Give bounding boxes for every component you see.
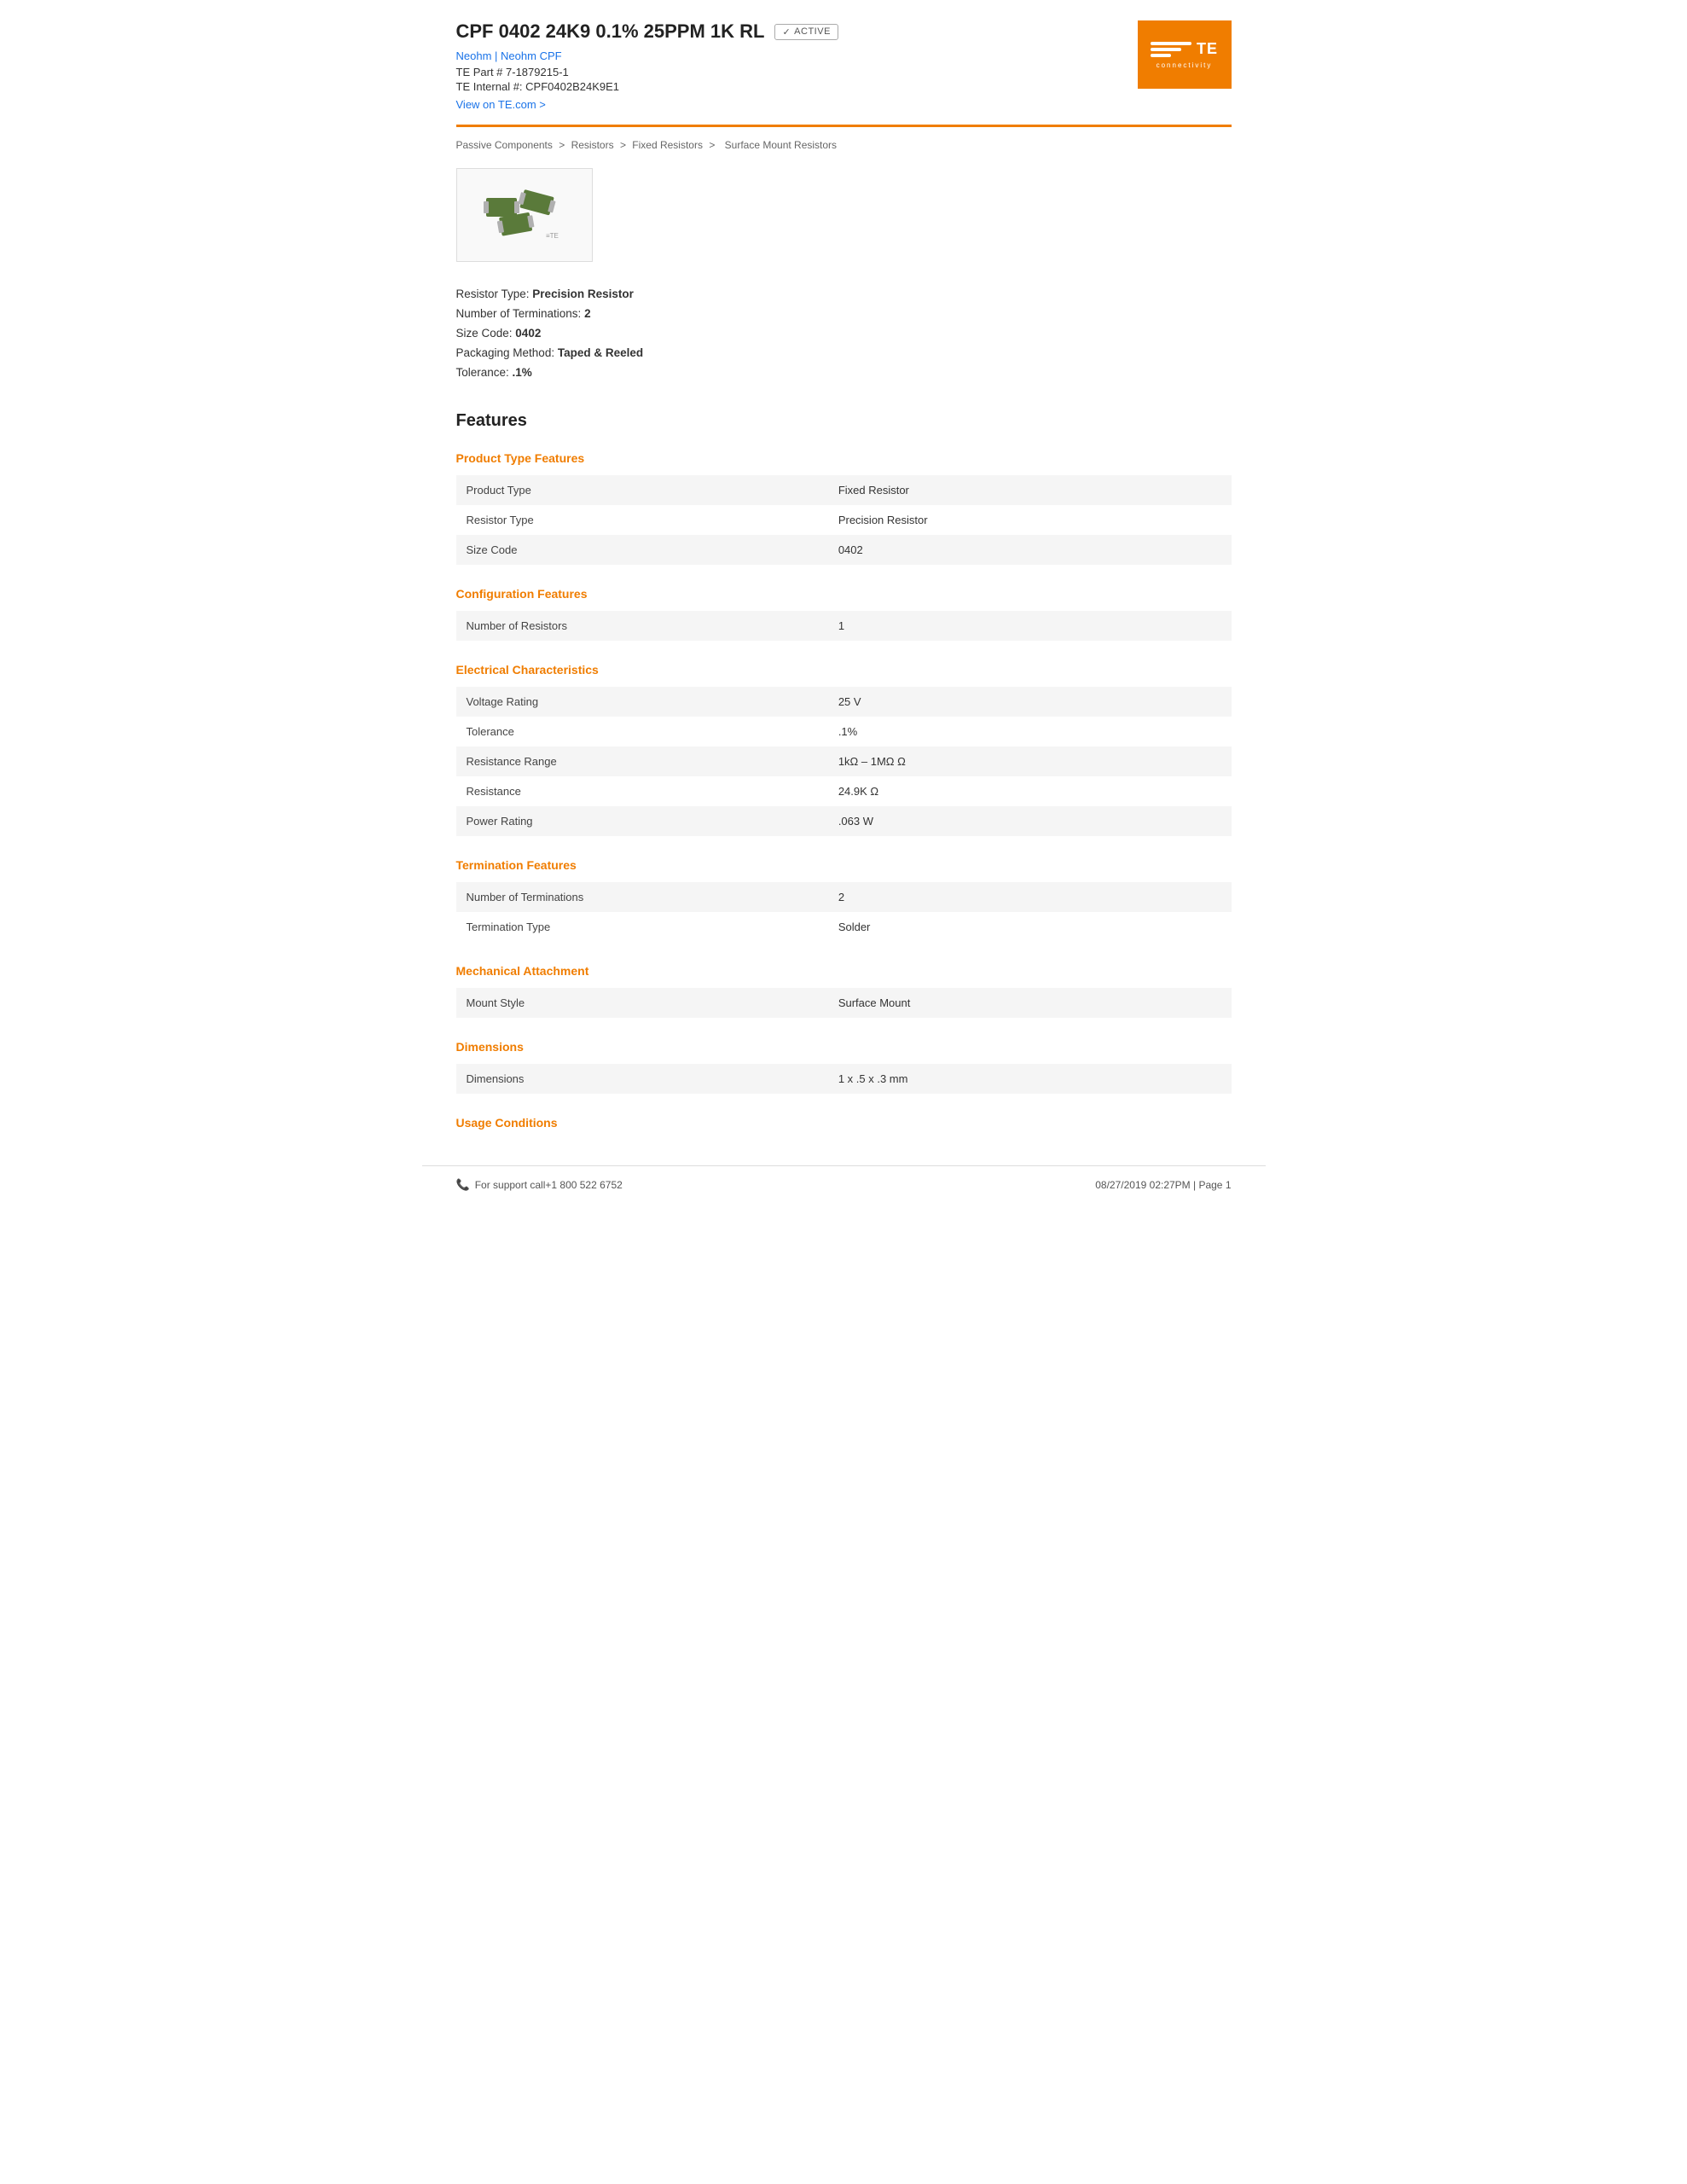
section-6: Usage Conditions: [422, 1109, 1266, 1148]
breadcrumb-passive[interactable]: Passive Components: [456, 139, 553, 151]
section-title-4: Mechanical Attachment: [456, 957, 1232, 983]
table-cell-value: Surface Mount: [828, 988, 1232, 1018]
te-logo-bar-1: [1151, 42, 1191, 45]
table-cell-value: 24.9K Ω: [828, 776, 1232, 806]
te-part-number: TE Part # 7-1879215-1: [456, 66, 838, 78]
table-cell-value: 2: [828, 882, 1232, 912]
table-row: Tolerance.1%: [456, 717, 1232, 746]
section-1: Configuration Features Number of Resistor…: [422, 580, 1266, 656]
table-cell-label: Dimensions: [456, 1064, 828, 1094]
sections-container: Product Type Features Product TypeFixed R…: [422, 444, 1266, 1148]
table-row: Number of Terminations2: [456, 882, 1232, 912]
phone-icon: 📞: [456, 1178, 470, 1192]
section-2: Electrical Characteristics Voltage Rating…: [422, 656, 1266, 851]
brand-links: Neohm | Neohm CPF: [456, 49, 838, 62]
table-cell-label: Size Code: [456, 535, 828, 565]
table-cell-label: Mount Style: [456, 988, 828, 1018]
active-badge: ACTIVE: [774, 24, 838, 40]
te-logo-text: TE: [1197, 40, 1218, 58]
quick-spec-tolerance: Tolerance: .1%: [456, 366, 1232, 379]
table-cell-value: 1kΩ – 1MΩ Ω: [828, 746, 1232, 776]
table-row: Size Code0402: [456, 535, 1232, 565]
table-row: Resistance24.9K Ω: [456, 776, 1232, 806]
footer-date-page: 08/27/2019 02:27PM | Page 1: [1095, 1179, 1231, 1191]
table-cell-label: Tolerance: [456, 717, 828, 746]
brand-link-neohm-cpf[interactable]: Neohm CPF: [501, 49, 562, 62]
te-logo-subtext: connectivity: [1157, 61, 1213, 69]
section-title-2: Electrical Characteristics: [456, 656, 1232, 682]
te-logo-bar-3: [1151, 54, 1171, 57]
section-title-5: Dimensions: [456, 1033, 1232, 1059]
table-cell-label: Product Type: [456, 475, 828, 505]
table-cell-value: 1 x .5 x .3 mm: [828, 1064, 1232, 1094]
section-title-0: Product Type Features: [456, 444, 1232, 470]
section-title-1: Configuration Features: [456, 580, 1232, 606]
te-internal-number: TE Internal #: CPF0402B24K9E1: [456, 80, 838, 93]
section-5: DimensionsDimensions1 x .5 x .3 mm: [422, 1033, 1266, 1109]
table-cell-value: .063 W: [828, 806, 1232, 836]
table-cell-label: Voltage Rating: [456, 687, 828, 717]
feature-table-5: Dimensions1 x .5 x .3 mm: [456, 1064, 1232, 1094]
header-left: CPF 0402 24K9 0.1% 25PPM 1K RL ACTIVE Ne…: [456, 20, 838, 111]
feature-table-3: Number of Terminations2Termination TypeS…: [456, 882, 1232, 942]
header: CPF 0402 24K9 0.1% 25PPM 1K RL ACTIVE Ne…: [422, 0, 1266, 125]
breadcrumb-fixed-resistors[interactable]: Fixed Resistors: [632, 139, 703, 151]
te-logo: TE connectivity: [1138, 20, 1232, 89]
table-cell-value: 1: [828, 611, 1232, 641]
table-cell-label: Resistance Range: [456, 746, 828, 776]
section-4: Mechanical Attachment Mount StyleSurface …: [422, 957, 1266, 1033]
table-cell-value: 25 V: [828, 687, 1232, 717]
svg-text:≡TE: ≡TE: [546, 232, 559, 240]
table-row: Power Rating.063 W: [456, 806, 1232, 836]
features-heading: Features: [422, 403, 1266, 444]
feature-table-4: Mount StyleSurface Mount: [456, 988, 1232, 1018]
breadcrumb-surface-mount: Surface Mount Resistors: [725, 139, 837, 151]
quick-specs: Resistor Type: Precision Resistor Number…: [422, 279, 1266, 403]
table-row: Resistance Range1kΩ – 1MΩ Ω: [456, 746, 1232, 776]
brand-link-neohm[interactable]: Neohm: [456, 49, 492, 62]
section-3: Termination Features Number of Terminatio…: [422, 851, 1266, 957]
breadcrumb: Passive Components > Resistors > Fixed R…: [422, 127, 1266, 160]
table-row: Resistor TypePrecision Resistor: [456, 505, 1232, 535]
quick-spec-resistor-type: Resistor Type: Precision Resistor: [456, 288, 1232, 300]
footer-support-text: For support call+1 800 522 6752: [475, 1179, 623, 1191]
table-row: Product TypeFixed Resistor: [456, 475, 1232, 505]
quick-spec-packaging: Packaging Method: Taped & Reeled: [456, 346, 1232, 359]
table-cell-label: Power Rating: [456, 806, 828, 836]
breadcrumb-resistors[interactable]: Resistors: [571, 139, 614, 151]
table-row: Termination TypeSolder: [456, 912, 1232, 942]
footer-support: 📞 For support call+1 800 522 6752: [456, 1178, 623, 1192]
product-title: CPF 0402 24K9 0.1% 25PPM 1K RL ACTIVE: [456, 20, 838, 43]
section-title-6: Usage Conditions: [456, 1109, 1232, 1135]
product-image-area: ≡TE: [422, 160, 1266, 279]
feature-table-2: Voltage Rating25 VTolerance.1%Resistance…: [456, 687, 1232, 836]
section-0: Product Type Features Product TypeFixed R…: [422, 444, 1266, 580]
table-cell-label: Resistor Type: [456, 505, 828, 535]
table-row: Mount StyleSurface Mount: [456, 988, 1232, 1018]
product-image-box: ≡TE: [456, 168, 593, 262]
table-cell-value: Precision Resistor: [828, 505, 1232, 535]
view-on-te-link[interactable]: View on TE.com >: [456, 98, 546, 111]
footer: 📞 For support call+1 800 522 6752 08/27/…: [422, 1165, 1266, 1204]
table-cell-label: Termination Type: [456, 912, 828, 942]
table-cell-value: Solder: [828, 912, 1232, 942]
table-row: Number of Resistors1: [456, 611, 1232, 641]
product-image-svg: ≡TE: [473, 185, 576, 245]
table-cell-label: Number of Terminations: [456, 882, 828, 912]
table-row: Dimensions1 x .5 x .3 mm: [456, 1064, 1232, 1094]
table-cell-value: 0402: [828, 535, 1232, 565]
product-title-text: CPF 0402 24K9 0.1% 25PPM 1K RL: [456, 20, 765, 43]
feature-table-0: Product TypeFixed ResistorResistor TypeP…: [456, 475, 1232, 565]
table-cell-value: .1%: [828, 717, 1232, 746]
table-cell-value: Fixed Resistor: [828, 475, 1232, 505]
quick-spec-terminations: Number of Terminations: 2: [456, 307, 1232, 320]
section-title-3: Termination Features: [456, 851, 1232, 877]
table-cell-label: Number of Resistors: [456, 611, 828, 641]
feature-table-1: Number of Resistors1: [456, 611, 1232, 641]
table-cell-label: Resistance: [456, 776, 828, 806]
quick-spec-size-code: Size Code: 0402: [456, 327, 1232, 340]
table-row: Voltage Rating25 V: [456, 687, 1232, 717]
te-logo-bar-2: [1151, 48, 1181, 51]
